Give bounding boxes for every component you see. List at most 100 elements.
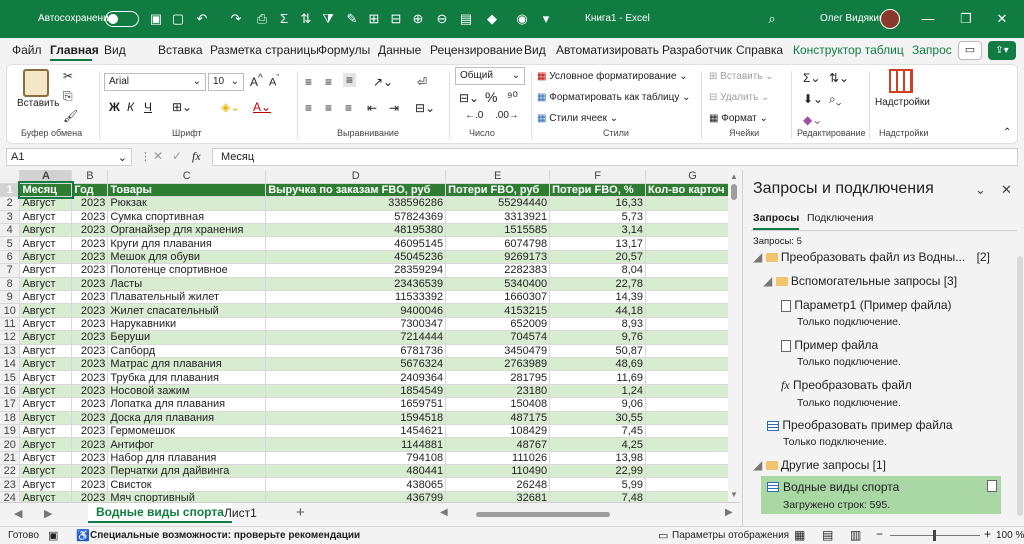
table-cell[interactable]: 5,99 (549, 477, 647, 492)
table-cell[interactable]: Свисток (107, 477, 267, 492)
table-cell[interactable] (645, 424, 740, 439)
table-cell[interactable] (645, 451, 740, 466)
table-cell[interactable] (645, 317, 740, 332)
table-cell[interactable]: 1,24 (549, 384, 647, 399)
insert-row-icon[interactable]: ⊕ (410, 11, 426, 27)
table-cell[interactable]: 281795 (445, 370, 551, 385)
minimize-icon[interactable]: — (920, 11, 936, 27)
table-cell[interactable]: 108429 (445, 424, 551, 439)
row-header[interactable]: 6 (0, 250, 21, 265)
table-cell[interactable]: 1854549 (265, 384, 447, 399)
borders-icon[interactable]: ⊞⌄ (172, 100, 192, 114)
share-button[interactable]: ⇪▾ (988, 41, 1016, 60)
table-cell[interactable]: 3450479 (445, 344, 551, 358)
table-cell[interactable]: Август (19, 277, 73, 292)
borders-icon[interactable]: ⊞ (366, 11, 382, 27)
customize-icon[interactable]: ◉ (514, 11, 530, 27)
table-cell[interactable]: 2023 (71, 437, 109, 452)
find-select-icon[interactable]: ⌕⌄ (829, 92, 841, 107)
table-cell[interactable]: 1144881 (265, 437, 447, 452)
table-cell[interactable]: Август (19, 384, 73, 399)
table-cell[interactable]: 1454621 (265, 424, 447, 439)
table-cell[interactable]: 2023 (71, 411, 109, 425)
addins-icon[interactable] (889, 69, 913, 93)
table-cell[interactable]: 5,73 (549, 210, 647, 225)
table-header-cell[interactable]: Выручка по заказам FBO, руб (265, 183, 447, 198)
redo-icon[interactable]: ↷ (228, 11, 244, 27)
group-helper-queries[interactable]: ◢ Вспомогательные запросы [3] (763, 274, 1015, 288)
table-cell[interactable]: Круги для плавания (107, 236, 267, 251)
maximize-icon[interactable]: ❐ (958, 11, 974, 27)
row-header[interactable]: 15 (0, 370, 21, 385)
table-cell[interactable]: Август (19, 411, 73, 425)
avatar[interactable] (880, 9, 900, 29)
query-parameter1[interactable]: Параметр1 (Пример файла) Только подключе… (781, 298, 1015, 328)
row-header[interactable]: 20 (0, 437, 21, 452)
table-cell[interactable]: 2023 (71, 317, 109, 332)
scroll-up-icon[interactable]: ▲ (730, 172, 738, 181)
tab-queries[interactable]: Запросы (753, 212, 800, 230)
table-cell[interactable]: 9269173 (445, 250, 551, 265)
table-cell[interactable]: 2023 (71, 491, 109, 502)
table-cell[interactable]: 2023 (71, 236, 109, 251)
table-cell[interactable]: Беруши (107, 330, 267, 345)
table-cell[interactable]: 2023 (71, 357, 109, 372)
table-cell[interactable] (645, 370, 740, 385)
percent-icon[interactable]: % (485, 89, 497, 105)
table-cell[interactable]: 48195380 (265, 223, 447, 238)
table-header-cell[interactable]: Кол-во карточ (645, 183, 740, 198)
table-cell[interactable]: Август (19, 437, 73, 452)
table-cell[interactable]: 13,17 (549, 236, 647, 251)
autosum-icon[interactable]: Σ (276, 11, 292, 27)
table-cell[interactable]: Август (19, 491, 73, 502)
table-cell[interactable]: 704574 (445, 330, 551, 345)
table-cell[interactable]: 2023 (71, 303, 109, 318)
shrink-font-icon[interactable]: Aˇ (269, 73, 279, 89)
table-cell[interactable]: 2023 (71, 344, 109, 358)
group-other-queries[interactable]: ◢ Другие запросы [1] (753, 458, 1015, 472)
tab-file[interactable]: Файл (12, 43, 42, 57)
table-cell[interactable]: 2023 (71, 210, 109, 225)
table-cell[interactable]: 6074798 (445, 236, 551, 251)
tab-developer[interactable]: Разработчик (662, 43, 732, 57)
row-header[interactable]: 7 (0, 263, 21, 278)
undo-icon[interactable]: ↶ (194, 11, 210, 27)
table-cell[interactable]: 55294440 (445, 196, 551, 211)
collapse-ribbon-icon[interactable]: ⌃ (1003, 127, 1011, 138)
autosum-icon[interactable]: Σ⌄ (803, 71, 820, 85)
horizontal-scrollbar[interactable] (476, 512, 610, 517)
table-cell[interactable] (645, 411, 740, 425)
search-icon[interactable]: ⌕ (764, 11, 780, 27)
table-cell[interactable]: Август (19, 303, 73, 318)
table-cell[interactable]: Август (19, 330, 73, 345)
tab-page-layout[interactable]: Разметка страницы (210, 43, 319, 57)
filter-icon[interactable]: ⧩ (320, 11, 336, 27)
fill-icon[interactable]: ⬇⌄ (803, 92, 823, 106)
table-cell[interactable]: 1659751 (265, 397, 447, 412)
table-cell[interactable]: 111026 (445, 451, 551, 466)
paste-icon[interactable] (23, 69, 49, 97)
table-cell[interactable]: Август (19, 464, 73, 479)
table-cell[interactable]: Плавательный жилет (107, 290, 267, 305)
table-cell[interactable]: 2023 (71, 451, 109, 466)
table-cell[interactable]: 1594518 (265, 411, 447, 425)
save-icon[interactable]: ▣ (148, 11, 164, 27)
table-cell[interactable]: Сапборд (107, 344, 267, 358)
underline-button[interactable]: Ч (144, 100, 152, 114)
tab-review[interactable]: Рецензирование (430, 43, 523, 57)
align-bottom-icon[interactable]: ≡ (343, 73, 357, 87)
zoom-in-icon[interactable]: + (984, 527, 991, 541)
tab-formulas[interactable]: Формулы (318, 43, 370, 57)
zoom-out-icon[interactable]: − (876, 527, 883, 541)
row-header[interactable]: 16 (0, 384, 21, 399)
table-cell[interactable]: 438065 (265, 477, 447, 492)
table-cell[interactable] (645, 477, 740, 492)
table-cell[interactable]: Мешок для обуви (107, 250, 267, 265)
query-water-sports[interactable]: Водные виды спорта Загружено строк: 595. (761, 476, 1001, 514)
tab-insert[interactable]: Вставка (158, 43, 203, 57)
display-settings-icon[interactable]: ▭ (658, 529, 668, 542)
group-transform-file[interactable]: ◢ Преобразовать файл из Водны... [2] (753, 250, 1015, 264)
table-cell[interactable]: 2409364 (265, 370, 447, 385)
table-cell[interactable]: Жилет спасательный (107, 303, 267, 318)
table-cell[interactable]: 23436539 (265, 277, 447, 292)
